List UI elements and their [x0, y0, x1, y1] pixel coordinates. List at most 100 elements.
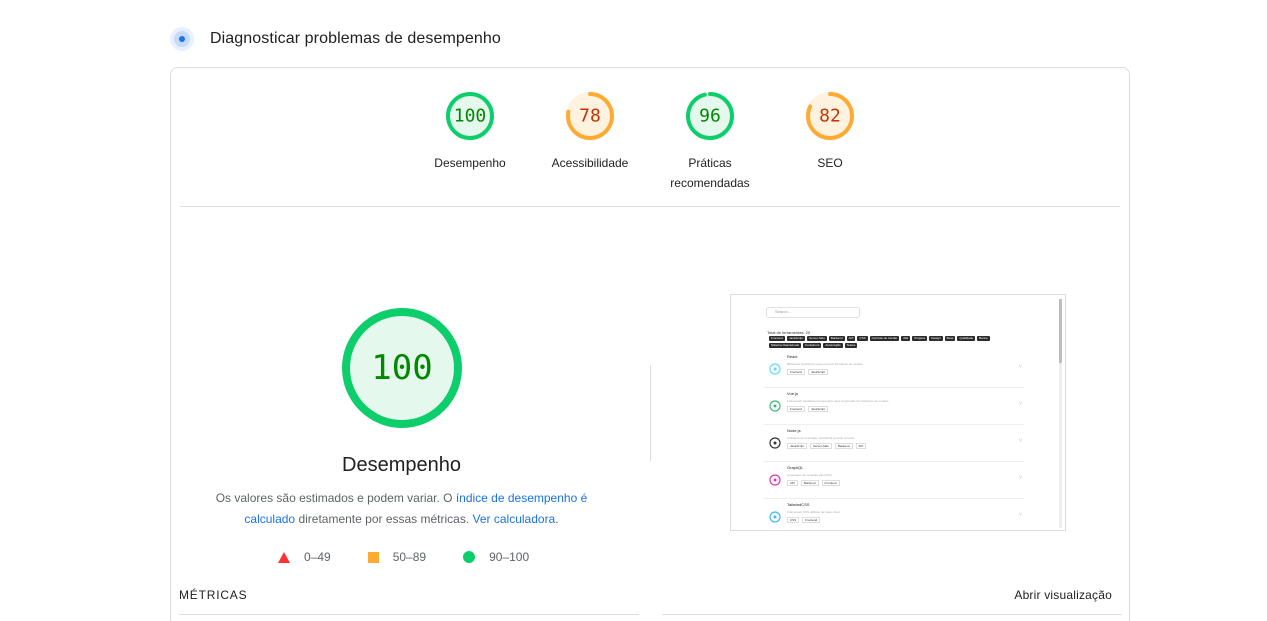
- mini-tool-desc: Ambiente de execução JavaScript do lado …: [787, 436, 855, 440]
- legend-pass: 90–100: [463, 550, 529, 564]
- mini-tool-desc: Linguagem de consulta para APIs: [787, 473, 832, 477]
- score-legend: 0–49 50–89 90–100: [278, 550, 566, 564]
- mini-tool-tag: JavaScript: [787, 443, 808, 449]
- mini-search-placeholder: Search...: [775, 309, 792, 314]
- vertical-separator: [650, 365, 651, 461]
- mini-chip: Sistema Operacional: [769, 343, 801, 348]
- mini-tool-tag: JavaScript: [808, 369, 829, 375]
- mini-tool-title: TailwindCSS: [787, 502, 810, 507]
- diagnostics-icon: [170, 27, 194, 51]
- performance-score-gauge: 100: [342, 308, 462, 433]
- mini-chip: Projetos: [912, 336, 928, 341]
- gauges-divider: [180, 206, 1120, 207]
- legend-fail: 0–49: [278, 550, 331, 564]
- vue-logo-icon: [768, 399, 782, 413]
- square-icon: [367, 551, 379, 563]
- desc-prefix: Os valores são estimados e podem variar.…: [215, 491, 456, 505]
- legend-range: 90–100: [489, 550, 530, 564]
- mini-tool-title: React: [787, 354, 798, 359]
- chevron-down-icon: ˅: [1019, 438, 1022, 444]
- mini-chip: Testes: [844, 343, 858, 348]
- legend-range: 0–49: [304, 550, 331, 564]
- mini-tool-tag: Frontend: [787, 406, 806, 412]
- mini-tool-item: Vue.js Framework JavaScript progressivo p…: [764, 389, 1024, 425]
- mini-filter-chips: Frontend JavaScript Server-Side Backend API C…: [769, 336, 1009, 350]
- mini-chip: Frontend: [769, 336, 786, 341]
- mini-tool-tags: API Backend Frontend: [787, 480, 843, 486]
- gauge-score: 96: [699, 106, 721, 127]
- gauge-ring: 82: [806, 92, 854, 140]
- mini-tool-tag: Frontend: [787, 369, 806, 375]
- mini-tool-tags: Frontend JavaScript: [787, 369, 831, 375]
- mini-chip: CSS: [857, 336, 868, 341]
- chevron-down-icon: ˅: [1019, 512, 1022, 518]
- mini-total-count: Total de ferramentas: 20: [767, 330, 811, 335]
- mini-chip: Automação: [823, 343, 843, 348]
- final-screenshot[interactable]: Search... Total de ferramentas: 20 Front…: [730, 294, 1066, 531]
- metrics-divider: [179, 614, 639, 615]
- gauge-score: 100: [371, 348, 432, 388]
- gauge-label: Acessibilidade: [551, 156, 629, 170]
- mini-tool-desc: Framework CSS utilitário de baixo nível: [787, 510, 840, 514]
- gauge-desempenho[interactable]: 100 Desempenho: [410, 90, 530, 193]
- mini-chip: API: [846, 336, 856, 341]
- desc-suffix: .: [555, 512, 559, 526]
- gauge-ring: 100: [446, 92, 494, 140]
- mini-chip: Controle de Versão: [869, 336, 900, 341]
- mini-tool-tags: JavaScript Server-Side Backend API: [787, 443, 869, 449]
- graphql-logo-icon: [768, 473, 782, 487]
- mini-chip: Banco: [977, 336, 990, 341]
- calculator-link[interactable]: Ver calculadora: [473, 512, 556, 526]
- mini-tool-tag: JavaScript: [808, 406, 829, 412]
- mini-chip: Server-Side: [807, 336, 827, 341]
- mini-tool-item: TailwindCSS Framework CSS utilitário de b…: [764, 500, 1024, 530]
- metrics-heading: MÉTRICAS: [179, 588, 248, 602]
- tailwind-logo-icon: [768, 510, 782, 524]
- mini-tool-title: GraphQL: [787, 465, 804, 470]
- mini-chip: Containers: [802, 343, 822, 348]
- gauge-ring: 100: [342, 308, 462, 428]
- desc-middle: diretamente por essas métricas.: [295, 512, 473, 526]
- legend-range: 50–89: [392, 550, 427, 564]
- gauge-label: SEO: [817, 156, 843, 170]
- mini-tool-tag: Backend: [800, 480, 819, 486]
- chevron-down-icon: ˅: [1019, 475, 1022, 481]
- gauge-label: Práticas recomendadas: [670, 156, 750, 190]
- section-header: Diagnosticar problemas de desempenho: [170, 26, 501, 52]
- mini-tool-desc: Framework JavaScript progressivo para co…: [787, 399, 889, 403]
- mini-search-input: Search...: [766, 307, 860, 318]
- gauge-acessibilidade[interactable]: 78 Acessibilidade: [530, 90, 650, 193]
- mini-chip: IDE: [901, 336, 911, 341]
- gauge-ring: 96: [686, 92, 734, 140]
- performance-description: Os valores são estimados e podem variar.…: [201, 488, 602, 530]
- chevron-down-icon: ˅: [1019, 401, 1022, 407]
- report-card: 100 Desempenho 78 Acessibilidade 96 Práticas …: [170, 67, 1130, 621]
- screenshot-scroll-thumb: [1059, 299, 1062, 363]
- mini-chip: Backend: [828, 336, 845, 341]
- section-title: Diagnosticar problemas de desempenho: [210, 30, 501, 47]
- gauge-score: 82: [819, 106, 841, 127]
- triangle-icon: [278, 551, 290, 563]
- gauge-pr-ticas-recomendadas[interactable]: 96 Práticas recomendadas: [650, 90, 770, 193]
- mini-chip: Design: [929, 336, 943, 341]
- mini-tool-item: GraphQL Linguagem de consulta para APIs AP…: [764, 463, 1024, 499]
- mini-tool-tag: Server-Side: [810, 443, 832, 449]
- mini-tool-tag: API: [855, 443, 867, 449]
- mini-tool-title: Vue.js: [787, 391, 798, 396]
- node-logo-icon: [768, 436, 782, 450]
- mini-tool-item: React Biblioteca JavaScript para construi…: [764, 352, 1024, 388]
- view-divider: [662, 614, 1122, 615]
- legend-average: 50–89: [367, 550, 427, 564]
- open-view-button[interactable]: Abrir visualização: [1014, 588, 1112, 602]
- category-gauges: 100 Desempenho 78 Acessibilidade 96 Práticas …: [171, 90, 1129, 193]
- mini-chip: Qualidade: [957, 336, 976, 341]
- mini-tool-tag: Frontend: [802, 517, 821, 523]
- mini-tool-tag: CSS: [787, 517, 800, 523]
- mini-tool-tag: API: [787, 480, 798, 486]
- mini-tool-item: Node.js Ambiente de execução JavaScript d…: [764, 426, 1024, 462]
- gauge-seo[interactable]: 82 SEO: [770, 90, 890, 193]
- gauge-score: 78: [579, 106, 601, 127]
- circle-icon: [463, 551, 476, 563]
- mini-tool-tags: CSS Frontend: [787, 517, 823, 523]
- mini-tool-tag: Frontend: [821, 480, 840, 486]
